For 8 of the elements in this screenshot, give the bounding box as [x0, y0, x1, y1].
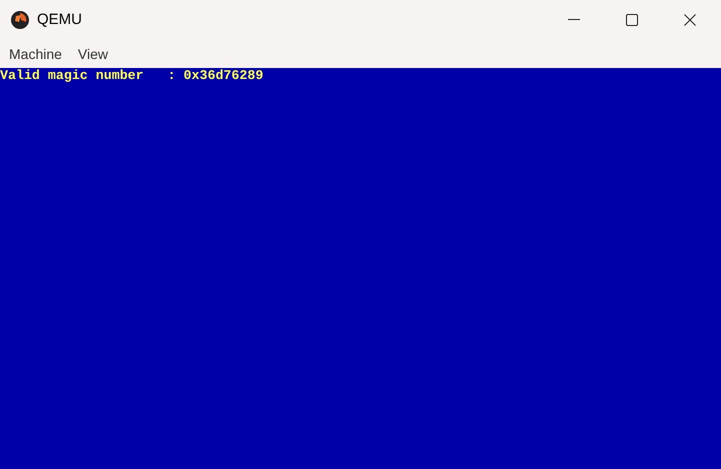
app-logo-icon — [10, 10, 30, 30]
menu-item[interactable]: View — [78, 44, 108, 64]
minimize-icon — [568, 19, 580, 21]
menu-item[interactable]: Machine — [9, 44, 62, 64]
maximize-icon — [626, 14, 638, 26]
console-line: Valid magic number : 0x36d76289 — [0, 68, 264, 84]
close-icon — [684, 14, 696, 26]
window-title: QEMU — [37, 10, 82, 30]
